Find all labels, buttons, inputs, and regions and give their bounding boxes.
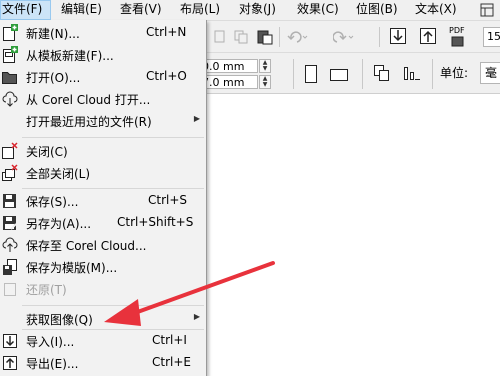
menu-effects[interactable]: 效果(C) <box>297 0 339 20</box>
new-document-icon <box>3 24 18 41</box>
menu-item-label: 关闭(C) <box>26 145 68 159</box>
publish-pdf-icon[interactable]: PDF <box>446 26 468 48</box>
drawing-canvas[interactable] <box>207 94 500 376</box>
menu-item-shortcut: Ctrl+Shift+S <box>117 215 194 229</box>
menu-edit[interactable]: 编辑(E) <box>61 0 102 20</box>
menu-item-import[interactable]: 导入(I)... Ctrl+I <box>0 330 206 352</box>
undo-icon[interactable] <box>287 29 309 45</box>
export-icon[interactable] <box>419 27 437 45</box>
save-icon <box>3 194 16 208</box>
import-icon <box>3 334 17 348</box>
menu-bitmap[interactable]: 位图(B) <box>356 0 398 20</box>
menu-separator <box>22 137 204 138</box>
units-select[interactable]: 毫 <box>480 62 500 84</box>
menu-object[interactable]: 对象(J) <box>239 0 276 20</box>
menu-item-shortcut: Ctrl+N <box>146 25 187 39</box>
menu-item-open[interactable]: 打开(O)... Ctrl+O <box>0 66 206 88</box>
toolbar-divider <box>279 27 280 47</box>
revert-icon <box>4 283 16 296</box>
toolbar-divider <box>432 59 433 89</box>
height-spinner[interactable]: ▲ ▼ <box>259 75 271 89</box>
height-field[interactable]: 7.0 mm <box>199 75 258 89</box>
menu-item-label: 还原(T) <box>26 283 67 297</box>
redo-icon[interactable] <box>333 29 355 45</box>
menu-item-open-from-cloud[interactable]: 从 Corel Cloud 打开... <box>0 88 206 110</box>
submenu-arrow-icon: ▶ <box>193 312 200 321</box>
close-document-icon <box>2 142 18 159</box>
menu-item-new-from-template[interactable]: 从模板新建(F)... <box>0 44 206 66</box>
pdf-label: PDF <box>449 26 465 35</box>
menu-item-label: 从 Corel Cloud 打开... <box>26 93 151 107</box>
menu-item-label: 全部关闭(L) <box>26 167 91 181</box>
menu-item-new[interactable]: 新建(N)... Ctrl+N <box>0 22 206 44</box>
close-all-icon <box>2 164 18 181</box>
new-from-template-icon <box>3 46 18 63</box>
menu-item-save[interactable]: 保存(S)... Ctrl+S <box>0 190 206 212</box>
menu-view[interactable]: 查看(V) <box>120 0 162 20</box>
menu-item-shortcut: Ctrl+I <box>152 333 187 347</box>
menu-item-label: 保存(S)... <box>26 195 79 209</box>
menu-file[interactable]: 文件(F) <box>0 0 51 20</box>
menu-bar: 文件(F) 编辑(E) 查看(V) 布局(L) 对象(J) 效果(C) 位图(B… <box>0 0 500 21</box>
menu-separator <box>22 305 204 306</box>
width-spinner[interactable]: ▲ ▼ <box>259 59 271 73</box>
menu-item-label: 打开(O)... <box>26 71 81 85</box>
units-label: 单位: <box>440 66 469 80</box>
open-folder-icon <box>2 72 17 84</box>
menu-item-open-recent[interactable]: 打开最近用过的文件(R) ▶ <box>0 110 206 132</box>
width-field[interactable]: 0.0 mm <box>199 59 258 73</box>
menu-item-save-to-cloud[interactable]: 保存至 Corel Cloud... <box>0 234 206 256</box>
menu-item-revert[interactable]: 还原(T) <box>0 278 206 300</box>
menu-item-save-as[interactable]: 另存为(A)... Ctrl+Shift+S <box>0 212 206 234</box>
cloud-download-icon <box>2 91 18 107</box>
menu-item-shortcut: Ctrl+O <box>146 69 187 83</box>
menu-item-label: 保存至 Corel Cloud... <box>26 239 147 253</box>
current-page-icon[interactable] <box>401 63 421 83</box>
file-menu-dropdown: 新建(N)... Ctrl+N 从模板新建(F)... 打开(O)... Ctr… <box>0 20 207 376</box>
menu-item-label: 从模板新建(F)... <box>26 49 114 63</box>
all-pages-icon[interactable] <box>372 63 392 83</box>
paste-icon[interactable] <box>256 28 274 46</box>
menu-layout[interactable]: 布局(L) <box>180 0 220 20</box>
zoom-level-field[interactable]: 150 <box>483 27 500 47</box>
menu-item-save-as-template[interactable]: 保存为模版(M)... <box>0 256 206 278</box>
cut-icon[interactable] <box>212 29 228 45</box>
menu-item-close-all[interactable]: 全部关闭(L) <box>0 162 206 184</box>
menu-item-shortcut: Ctrl+S <box>148 193 188 207</box>
menu-item-label: 保存为模版(M)... <box>26 261 118 275</box>
menu-separator <box>22 188 204 189</box>
menu-item-label: 导入(I)... <box>26 335 75 349</box>
menu-item-label: 打开最近用过的文件(R) <box>26 115 152 129</box>
menu-item-label: 获取图像(Q) <box>26 313 93 327</box>
landscape-icon[interactable] <box>330 68 350 82</box>
menu-item-label: 新建(N)... <box>26 27 80 41</box>
menu-item-label: 导出(E)... <box>26 357 79 371</box>
toolbar-divider <box>293 59 294 89</box>
toolbar-divider <box>379 27 380 47</box>
cloud-upload-icon <box>2 237 18 252</box>
save-as-template-icon <box>3 259 17 275</box>
export-icon <box>3 356 17 370</box>
menu-item-close[interactable]: 关闭(C) <box>0 140 206 162</box>
menu-text[interactable]: 文本(X) <box>415 0 457 20</box>
portrait-icon[interactable] <box>303 65 319 83</box>
menu-item-shortcut: Ctrl+E <box>152 355 191 369</box>
menu-item-acquire-image[interactable]: 获取图像(Q) ▶ <box>0 308 206 330</box>
import-icon[interactable] <box>389 27 407 45</box>
menu-more-icon[interactable] <box>479 0 495 20</box>
toolbar-divider <box>362 59 363 89</box>
menu-item-label: 另存为(A)... <box>26 217 92 231</box>
save-as-icon <box>3 216 17 230</box>
copy-icon[interactable] <box>233 29 249 45</box>
menu-item-export[interactable]: 导出(E)... Ctrl+E <box>0 352 206 374</box>
submenu-arrow-icon: ▶ <box>193 114 200 123</box>
